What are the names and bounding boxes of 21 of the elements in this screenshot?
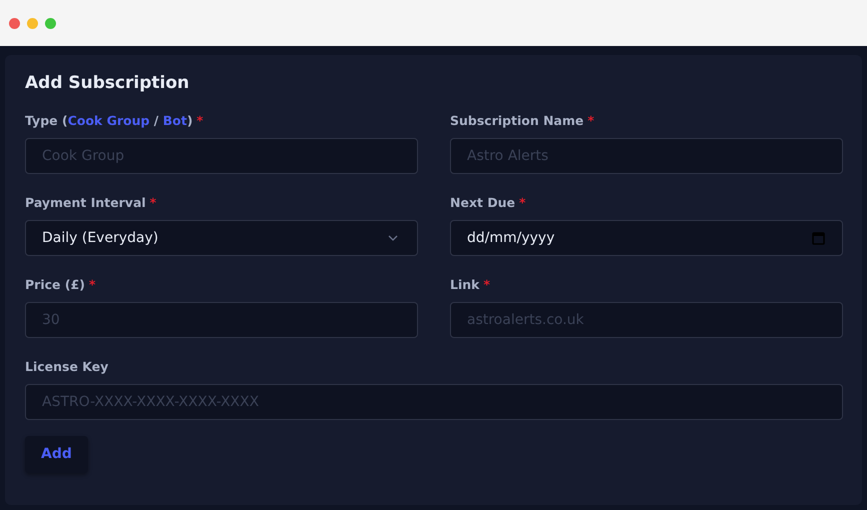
close-icon[interactable] [9,18,20,28]
minimize-icon[interactable] [27,18,38,28]
required-mark: * [483,276,490,294]
maximize-icon[interactable] [45,18,56,28]
add-button[interactable]: Add [25,436,88,474]
required-mark: * [588,112,594,130]
required-mark: * [196,112,204,130]
required-mark: * [150,194,156,212]
date-field[interactable]: dd/mm/yyyy [450,220,843,256]
required-mark: * [519,194,526,212]
field-label: Subscription Name [450,112,584,130]
calendar-icon[interactable] [812,231,825,246]
field-label: License Key [25,358,108,376]
required-mark: * [88,276,96,294]
field-label: Link [450,276,480,294]
form-title: Add Subscription [25,73,190,94]
field-label: Type (Cook Group / Bot) [25,112,193,130]
interval-select[interactable]: Daily (Everyday) [25,220,418,256]
field-label: Payment Interval [25,194,146,212]
field-label: Next Due [450,194,516,212]
field-label: Price (£) [25,276,85,294]
